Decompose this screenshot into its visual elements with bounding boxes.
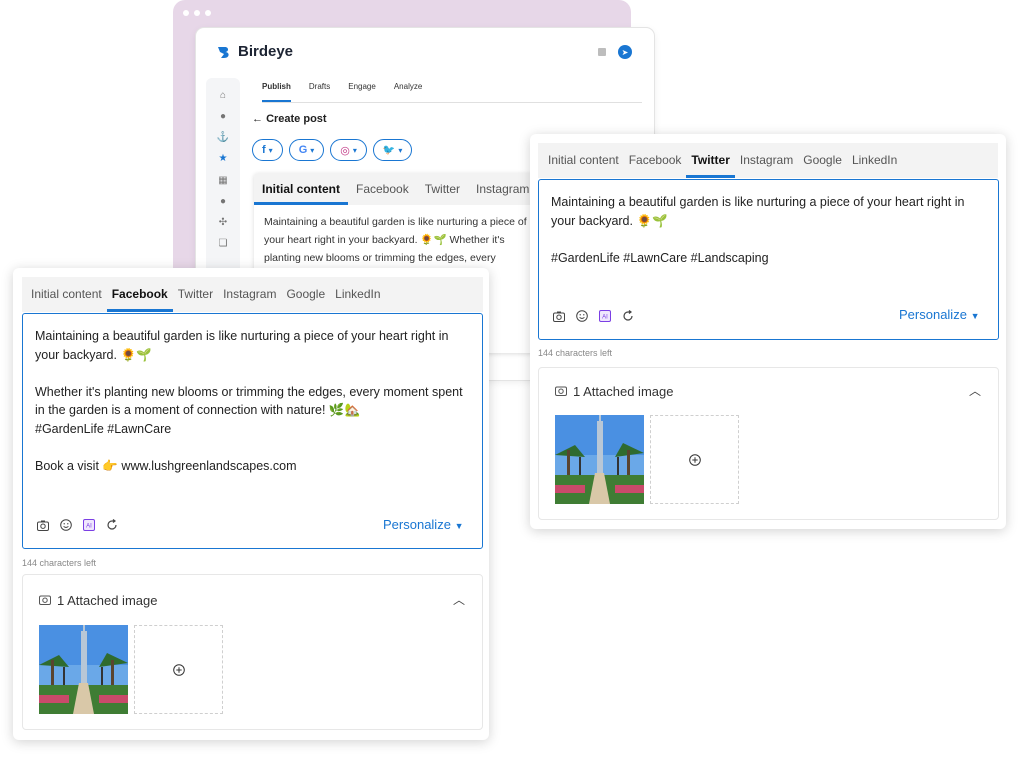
tab-twitter[interactable]: Twitter [686, 153, 735, 178]
tab-linkedin[interactable]: LinkedIn [847, 153, 902, 178]
nav-tabs: Publish Drafts Engage Analyze [262, 80, 642, 103]
twitter-channel-chip[interactable]: 🐦 ▾ [372, 139, 413, 161]
tab-initial-content[interactable]: Initial content [26, 287, 107, 312]
star-icon[interactable]: ★ [206, 153, 240, 164]
collapse-chevron-icon[interactable]: ︿ [453, 591, 465, 608]
birdeye-logo-icon [218, 46, 229, 58]
svg-text:AI: AI [602, 315, 608, 321]
personalize-dropdown[interactable]: Personalize ▼ [899, 307, 979, 322]
plus-circle-icon [688, 453, 701, 466]
personalize-dropdown[interactable]: Personalize ▼ [383, 517, 463, 532]
facebook-icon: f [262, 144, 266, 156]
attached-image-panel: 1 Attached image ︿ [22, 574, 483, 730]
attached-image-header: 1 Attached image [39, 593, 157, 608]
twitter-post-text[interactable]: Maintaining a beautiful garden is like n… [551, 193, 987, 267]
characters-left: 144 characters left [538, 348, 613, 358]
grid-icon[interactable]: ▦ [206, 175, 240, 186]
anchor-icon[interactable]: ⚓ [206, 132, 240, 143]
chat-icon[interactable]: ● [206, 111, 240, 122]
facebook-channel-chip[interactable]: f ▾ [252, 139, 283, 161]
twitter-card-tabs: Initial content Facebook Twitter Instagr… [538, 143, 998, 178]
tab-twitter[interactable]: Twitter [417, 182, 468, 205]
tab-instagram[interactable]: Instagram [468, 182, 537, 205]
chevron-down-icon: ▾ [352, 145, 357, 155]
send-icon[interactable]: ➤ [618, 45, 632, 59]
page-title: Create post [266, 113, 327, 125]
attached-image-label: 1 Attached image [573, 384, 674, 399]
attached-image-panel: 1 Attached image ︿ [538, 367, 999, 520]
emoji-icon[interactable] [59, 518, 73, 532]
app-logo[interactable]: Birdeye [216, 43, 293, 60]
tab-facebook[interactable]: Facebook [348, 182, 417, 205]
attached-image-label: 1 Attached image [57, 593, 158, 608]
facebook-post-editor[interactable]: Maintaining a beautiful garden is like n… [22, 313, 483, 549]
tab-analyze[interactable]: Analyze [394, 80, 422, 102]
refresh-icon[interactable] [621, 309, 635, 323]
apps-grid-icon[interactable] [598, 48, 606, 56]
caret-down-icon: ▼ [454, 521, 464, 531]
refresh-icon[interactable] [105, 518, 119, 532]
puzzle-icon[interactable]: ✣ [206, 217, 240, 228]
collapse-chevron-icon[interactable]: ︿ [969, 382, 981, 399]
camera-icon [555, 384, 567, 399]
twitter-post-card: Initial content Facebook Twitter Instagr… [530, 134, 1006, 529]
svg-text:AI: AI [86, 524, 92, 530]
ai-assist-icon[interactable]: AI [82, 518, 96, 532]
tab-linkedin[interactable]: LinkedIn [330, 287, 385, 312]
back-arrow-icon[interactable]: ← [252, 113, 263, 125]
tab-facebook[interactable]: Facebook [624, 153, 687, 178]
facebook-post-card: Initial content Facebook Twitter Instagr… [13, 268, 489, 740]
window-dot [194, 10, 200, 16]
attached-image-header: 1 Attached image [555, 384, 673, 399]
camera-icon[interactable] [36, 518, 50, 532]
tab-initial-content[interactable]: Initial content [543, 153, 624, 178]
plus-circle-icon [172, 663, 185, 676]
characters-left: 144 characters left [22, 558, 97, 568]
camera-icon[interactable] [552, 309, 566, 323]
tab-instagram[interactable]: Instagram [735, 153, 798, 178]
window-dot [205, 10, 211, 16]
home-icon[interactable]: ⌂ [206, 90, 240, 101]
tab-publish[interactable]: Publish [262, 80, 291, 102]
tab-google[interactable]: Google [281, 287, 330, 312]
editor-toolbar: AI [552, 309, 635, 323]
window-dot [183, 10, 189, 16]
instagram-channel-chip[interactable]: ◎ ▾ [330, 139, 367, 161]
app-name: Birdeye [238, 43, 294, 60]
add-image-button[interactable] [650, 415, 739, 504]
twitter-post-editor[interactable]: Maintaining a beautiful garden is like n… [538, 179, 999, 340]
personalize-label: Personalize [383, 517, 451, 532]
add-image-button[interactable] [134, 625, 223, 714]
editor-toolbar: AI [36, 518, 119, 532]
tab-google[interactable]: Google [798, 153, 847, 178]
personalize-label: Personalize [899, 307, 967, 322]
instagram-icon: ◎ [340, 144, 350, 157]
tab-engage[interactable]: Engage [348, 80, 376, 102]
tab-initial-content[interactable]: Initial content [254, 182, 348, 205]
emoji-icon[interactable] [575, 309, 589, 323]
tab-twitter[interactable]: Twitter [173, 287, 218, 312]
pages-icon[interactable]: ❏ [206, 238, 240, 249]
facebook-card-tabs: Initial content Facebook Twitter Instagr… [22, 277, 483, 312]
tab-instagram[interactable]: Instagram [218, 287, 281, 312]
camera-icon [39, 593, 51, 608]
chevron-down-icon: ▾ [268, 145, 273, 155]
google-channel-chip[interactable]: G ▾ [288, 139, 325, 161]
facebook-post-text[interactable]: Maintaining a beautiful garden is like n… [35, 327, 473, 475]
channel-chips: f ▾ G ▾ ◎ ▾ 🐦 ▾ [252, 139, 413, 161]
caret-down-icon: ▼ [970, 311, 980, 321]
ai-assist-icon[interactable]: AI [598, 309, 612, 323]
twitter-icon: 🐦 [382, 144, 396, 156]
create-post-header[interactable]: ← Create post [252, 113, 327, 125]
chevron-down-icon: ▾ [310, 145, 315, 155]
attached-image-thumbnail[interactable] [39, 625, 128, 714]
tab-facebook[interactable]: Facebook [106, 287, 173, 312]
google-icon: G [298, 144, 308, 156]
chevron-down-icon: ▾ [398, 145, 403, 155]
tab-drafts[interactable]: Drafts [309, 80, 330, 102]
background-card-tabs: Initial content Facebook Twitter Instagr… [254, 173, 544, 205]
dollar-icon[interactable]: ● [206, 196, 240, 207]
attached-image-thumbnail[interactable] [555, 415, 644, 504]
